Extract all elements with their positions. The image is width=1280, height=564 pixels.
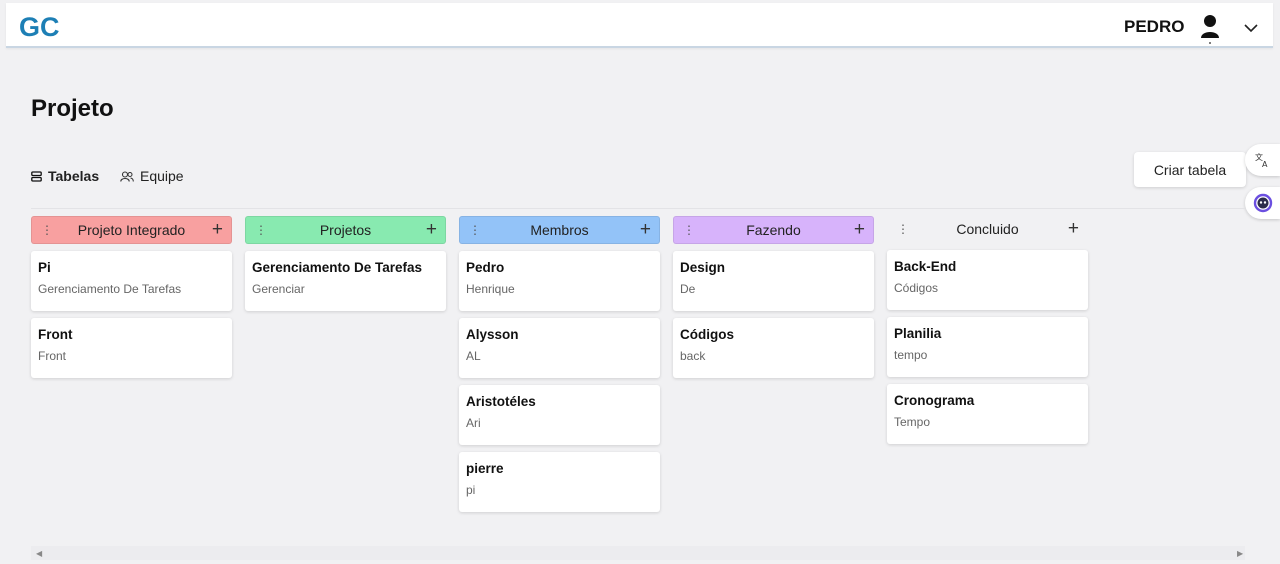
card-subtitle: Gerenciar — [252, 282, 305, 296]
assistant-icon[interactable] — [1245, 187, 1280, 219]
page-title: Projeto — [31, 95, 114, 122]
column-header: ⋮ Membros + — [459, 216, 660, 244]
create-table-button[interactable]: Criar tabela — [1134, 152, 1246, 187]
board-column: ⋮ Projeto Integrado + Pi Gerenciamento D… — [31, 216, 232, 378]
column-header: ⋮ Fazendo + — [673, 216, 874, 244]
board-column: ⋮ Projetos + Gerenciamento De Tarefas Ge… — [245, 216, 446, 311]
board-column: ⋮ Fazendo + Design De Códigos back — [673, 216, 874, 378]
card-title: Cronograma — [894, 393, 975, 408]
card-title: Alysson — [466, 327, 519, 342]
svg-text:A: A — [1262, 160, 1268, 168]
column-title[interactable]: Projetos — [320, 222, 371, 238]
card-subtitle: Gerenciamento De Tarefas — [38, 282, 182, 296]
card-title: Códigos — [680, 327, 734, 342]
column-title[interactable]: Fazendo — [746, 222, 800, 238]
tab-tabelas-label: Tabelas — [48, 168, 100, 184]
drag-handle-icon[interactable]: ⋮ — [469, 223, 481, 237]
translate-icon[interactable]: 文 A — [1245, 144, 1280, 176]
card-subtitle: Henrique — [466, 282, 515, 296]
scroll-right-icon[interactable]: ▶ — [1237, 549, 1243, 558]
task-card[interactable]: pierre pi — [459, 452, 660, 512]
tab-equipe-label: Equipe — [140, 168, 184, 184]
task-card[interactable]: Pedro Henrique — [459, 251, 660, 311]
task-card[interactable]: Alysson AL — [459, 318, 660, 378]
card-title: Back-End — [894, 259, 957, 274]
card-subtitle: Tempo — [894, 415, 931, 429]
add-card-icon[interactable]: + — [640, 219, 651, 241]
user-name[interactable]: PEDRO — [1124, 17, 1184, 37]
horizontal-scrollbar[interactable] — [31, 546, 1245, 560]
board-column: ⋮ Concluido + Back-End Códigos Planilia … — [887, 215, 1088, 444]
card-title: pierre — [466, 461, 504, 476]
card-title: Design — [680, 260, 726, 275]
card-subtitle: tempo — [894, 348, 928, 362]
card-title: Pi — [38, 260, 51, 275]
card-subtitle: Front — [38, 349, 67, 363]
card-subtitle: pi — [466, 483, 476, 497]
task-card[interactable]: Front Front — [31, 318, 232, 378]
drag-handle-icon[interactable]: ⋮ — [683, 223, 695, 237]
task-card[interactable]: Back-End Códigos — [887, 250, 1088, 310]
card-title: Planilia — [894, 326, 942, 341]
card-subtitle: AL — [466, 349, 481, 363]
task-card[interactable]: Planilia tempo — [887, 317, 1088, 377]
card-subtitle: back — [680, 349, 706, 363]
task-card[interactable]: Design De — [673, 251, 874, 311]
column-header: ⋮ Projeto Integrado + — [31, 216, 232, 244]
add-card-icon[interactable]: + — [1068, 218, 1079, 240]
add-card-icon[interactable]: + — [426, 219, 437, 241]
add-card-icon[interactable]: + — [212, 219, 223, 241]
people-icon — [120, 170, 134, 182]
column-header: ⋮ Concluido + — [887, 215, 1088, 243]
top-bar: GC PEDRO — [6, 3, 1273, 48]
card-subtitle: Ari — [466, 416, 481, 430]
column-title[interactable]: Membros — [530, 222, 588, 238]
column-title[interactable]: Projeto Integrado — [78, 222, 185, 238]
task-card[interactable]: Gerenciamento De Tarefas Gerenciar — [245, 251, 446, 311]
user-avatar-icon[interactable] — [1200, 14, 1220, 44]
chevron-down-icon[interactable] — [1244, 20, 1258, 33]
tabs-divider — [31, 208, 1245, 209]
card-title: Pedro — [466, 260, 505, 275]
table-stack-icon — [31, 170, 42, 182]
task-card[interactable]: Cronograma Tempo — [887, 384, 1088, 444]
board-column: ⋮ Membros + Pedro Henrique Alysson AL Ar… — [459, 216, 660, 512]
task-card[interactable]: Aristotéles Ari — [459, 385, 660, 445]
task-card[interactable]: Códigos back — [673, 318, 874, 378]
tab-equipe[interactable]: Equipe — [120, 168, 184, 184]
card-title: Front — [38, 327, 73, 342]
column-title[interactable]: Concluido — [956, 221, 1018, 237]
card-subtitle: Códigos — [894, 281, 939, 295]
card-title: Gerenciamento De Tarefas — [252, 260, 423, 275]
tab-tabelas[interactable]: Tabelas — [31, 168, 99, 184]
add-card-icon[interactable]: + — [854, 219, 865, 241]
task-card[interactable]: Pi Gerenciamento De Tarefas — [31, 251, 232, 311]
column-header: ⋮ Projetos + — [245, 216, 446, 244]
app-logo[interactable]: GC — [19, 12, 60, 43]
drag-handle-icon[interactable]: ⋮ — [897, 222, 909, 236]
drag-handle-icon[interactable]: ⋮ — [255, 223, 267, 237]
card-subtitle: De — [680, 282, 696, 296]
card-title: Aristotéles — [466, 394, 536, 409]
drag-handle-icon[interactable]: ⋮ — [41, 223, 53, 237]
scroll-left-icon[interactable]: ◀ — [36, 549, 42, 558]
